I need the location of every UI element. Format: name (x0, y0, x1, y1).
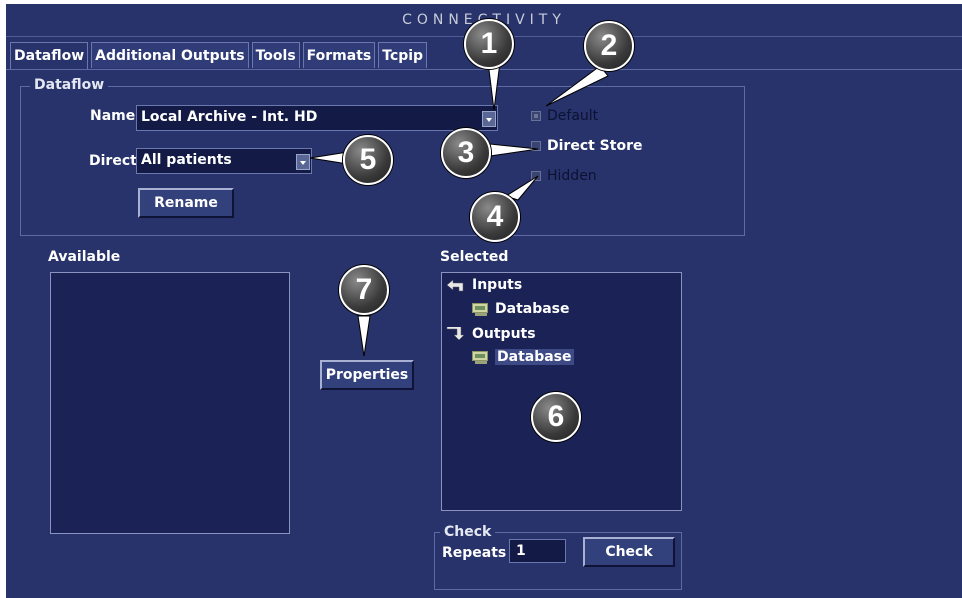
callout-badge-3: 3 (441, 128, 491, 178)
callout-badge-6: 6 (531, 392, 581, 442)
callout-pointers (309, 61, 609, 357)
connectivity-screen: CONNECTIVITY Dataflow Additional Outputs… (6, 4, 962, 598)
callout-badge-4: 4 (470, 192, 520, 242)
callout-badge-2: 2 (584, 21, 634, 71)
callout-badge-5: 5 (343, 135, 393, 185)
callout-badge-7: 7 (339, 265, 389, 315)
callout-badge-1: 1 (464, 19, 514, 69)
